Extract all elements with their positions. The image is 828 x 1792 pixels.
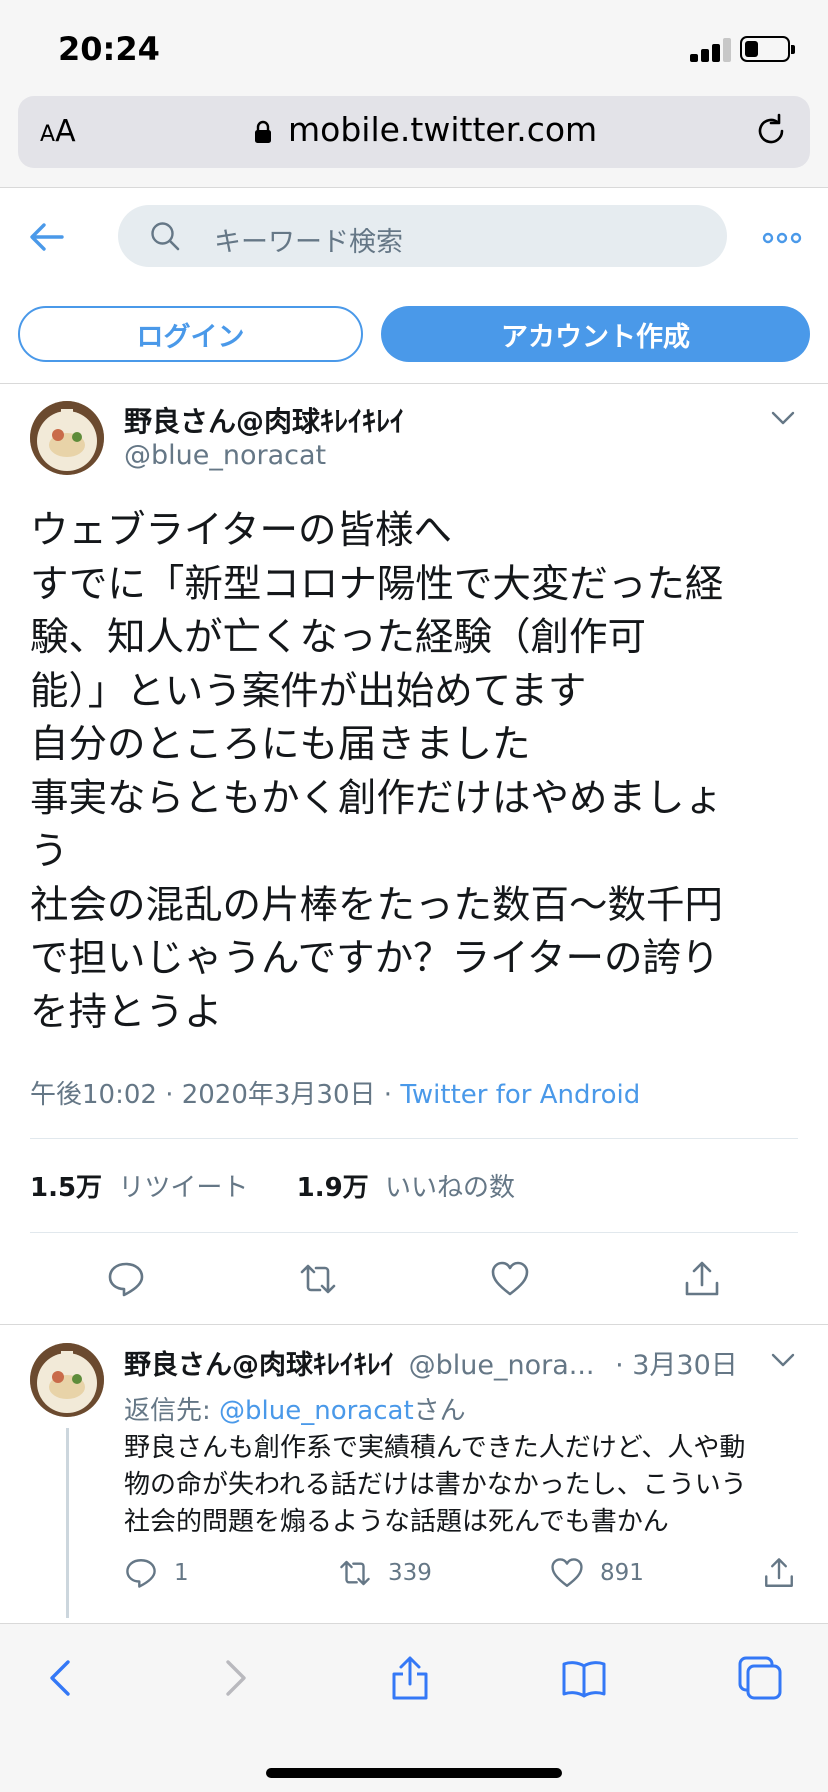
divider: [30, 1138, 798, 1139]
text-size-button[interactable]: AA: [40, 114, 76, 149]
author-display-name[interactable]: 野良さん@肉球ｷﾚｲｷﾚｲ: [124, 400, 404, 440]
tweet-text-line: う: [30, 829, 69, 874]
bookmarks-icon[interactable]: [560, 1654, 608, 1702]
reply-share-button[interactable]: [762, 1556, 796, 1590]
search-input[interactable]: キーワード検索: [118, 205, 727, 267]
reply-date[interactable]: · 3月30日: [615, 1350, 738, 1381]
reply-tweet[interactable]: [0, 1324, 828, 1325]
reply-text-line: 社会的問題を煽るような話題は死んでも書かん: [124, 1507, 669, 1537]
like-label[interactable]: いいねの数: [385, 1173, 515, 1203]
reload-icon[interactable]: [752, 112, 790, 150]
home-indicator[interactable]: [266, 1768, 562, 1778]
retweet-count[interactable]: 1.5万: [30, 1173, 102, 1203]
reply-reply-count: 1: [174, 1560, 189, 1586]
more-options-icon[interactable]: [762, 232, 802, 244]
share-icon: [765, 1558, 793, 1587]
tweet-text-line: 社会の混乱の片棒をたった数百〜数千円: [30, 882, 724, 928]
reply-text-line: 物の命が失われる話だけは書かなかったし、こういう: [124, 1470, 747, 1500]
cellular-signal-icon: [690, 38, 732, 62]
lock-icon: [255, 120, 271, 143]
browser-toolbar: [0, 1623, 828, 1792]
tweet-stats: 1.5万 リツイート 1.9万 いいねの数: [30, 1167, 515, 1204]
tweet-source-link[interactable]: Twitter for Android: [400, 1080, 640, 1110]
reply-like-count: 891: [600, 1560, 644, 1586]
tweet-text-line: すでに「新型コロナ陽性で大変だった経: [30, 561, 724, 607]
reply-text-line: 野良さんも創作系で実績積んできた人だけど、人や動: [124, 1433, 746, 1463]
search-placeholder: キーワード検索: [214, 227, 403, 258]
tweet-text-line: 能）」という案件が出始めてます: [30, 668, 587, 714]
author-handle[interactable]: @blue_noracat: [124, 440, 326, 471]
retweet-label[interactable]: リツイート: [118, 1173, 248, 1203]
tweet-text-line: 自分のところにも届きました: [30, 722, 531, 767]
reply-retweet-button[interactable]: 339: [338, 1556, 432, 1590]
reply-like-button[interactable]: 891: [550, 1556, 644, 1590]
browser-back-icon[interactable]: [38, 1654, 86, 1702]
tweet-timestamp-line: 午後10:02 · 2020年3月30日 · Twitter for Andro…: [30, 1074, 640, 1111]
login-button[interactable]: ログイン: [18, 306, 363, 362]
tweet-text-line: 事実ならともかく創作だけはやめましょ: [30, 775, 724, 821]
back-arrow-icon[interactable]: [28, 218, 66, 256]
tabs-icon[interactable]: [736, 1654, 784, 1702]
like-heart-icon[interactable]: [490, 1259, 530, 1299]
tweet-timestamp[interactable]: 午後10:02 · 2020年3月30日 ·: [30, 1080, 400, 1110]
status-time: 20:24: [58, 30, 160, 68]
reply-author-handle[interactable]: @blue_nora...: [409, 1350, 595, 1381]
chevron-down-icon[interactable]: [770, 1352, 796, 1368]
signup-button[interactable]: アカウント作成: [381, 306, 810, 362]
tweet-text-line: を持とうよ: [30, 989, 223, 1035]
share-icon[interactable]: [682, 1259, 722, 1299]
search-icon: [151, 222, 180, 251]
like-count[interactable]: 1.9万: [297, 1173, 369, 1203]
reply-to-line: 返信先: @blue_noracatさん: [124, 1390, 466, 1427]
reply-to-handle-link[interactable]: @blue_noracat: [219, 1396, 414, 1426]
reply-text: 野良さんも創作系で実績積んできた人だけど、人や動 物の命が失われる話だけは書かな…: [124, 1430, 804, 1541]
tweet-text-line: 験、知人が亡くなった経験（創作可: [30, 615, 647, 660]
tweet-text-line: で担いじゃうんですか？ライターの誇り: [30, 936, 720, 981]
tweet-text: ウェブライターの皆様へ すでに「新型コロナ陽性で大変だった経 験、知人が亡くなっ…: [30, 504, 800, 1039]
reply-actions: 1 339 891: [124, 1556, 804, 1596]
chevron-down-icon[interactable]: [770, 410, 796, 426]
browser-share-icon[interactable]: [386, 1654, 434, 1702]
divider: [30, 1232, 798, 1233]
reply-to-prefix: 返信先:: [124, 1396, 220, 1426]
reply-to-suffix: さん: [413, 1396, 466, 1426]
avatar[interactable]: [30, 1343, 104, 1417]
retweet-icon[interactable]: [298, 1259, 338, 1299]
reply-icon: [126, 1559, 156, 1588]
tweet-text-line: ウェブライターの皆様へ: [30, 508, 452, 553]
browser-top-chrome: 20:24 AA mobile.twitter.com: [0, 0, 828, 188]
like-heart-icon: [551, 1558, 583, 1587]
browser-forward-icon[interactable]: [210, 1654, 258, 1702]
reply-retweet-count: 339: [388, 1560, 432, 1586]
address-bar[interactable]: AA mobile.twitter.com: [18, 96, 810, 168]
reply-header: 野良さん@肉球ｷﾚｲｷﾚｲ @blue_nora... · 3月30日: [124, 1343, 738, 1382]
url-text: mobile.twitter.com: [288, 110, 598, 149]
thread-line: [66, 1428, 69, 1618]
reply-icon[interactable]: [106, 1259, 146, 1299]
reply-reply-button[interactable]: 1: [124, 1556, 189, 1590]
battery-icon: [740, 36, 795, 62]
retweet-icon: [340, 1560, 370, 1586]
reply-author-display-name[interactable]: 野良さん@肉球ｷﾚｲｷﾚｲ: [124, 1350, 394, 1381]
auth-buttons-row: ログイン アカウント作成: [0, 288, 828, 384]
twitter-header: キーワード検索: [0, 188, 828, 288]
avatar[interactable]: [30, 401, 104, 475]
